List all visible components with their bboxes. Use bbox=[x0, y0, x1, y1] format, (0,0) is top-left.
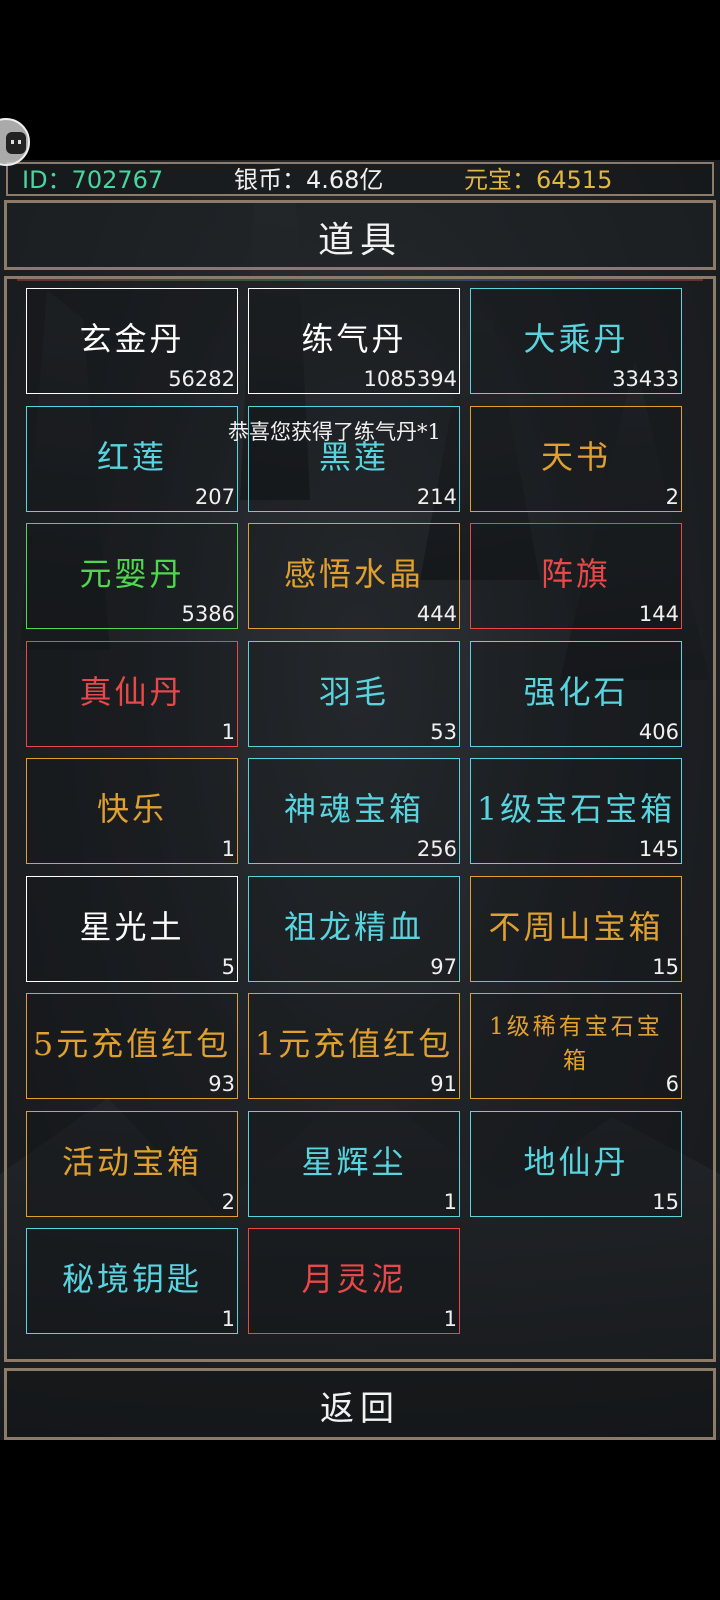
item-count: 93 bbox=[208, 1072, 235, 1096]
item-count: 91 bbox=[430, 1072, 457, 1096]
item-count: 2 bbox=[221, 1189, 235, 1214]
player-id-text: ID：702767 bbox=[22, 166, 164, 194]
item-name: 祖龙精血 bbox=[283, 907, 424, 946]
item-slot[interactable]: 1级稀有宝石宝箱 6 bbox=[470, 993, 682, 1099]
robot-face-icon bbox=[6, 132, 26, 154]
item-name: 5元充值红包 bbox=[32, 1025, 232, 1063]
item-name: 星辉尘 bbox=[301, 1142, 407, 1181]
item-count: 1 bbox=[443, 1307, 457, 1331]
item-slot[interactable]: 神魂宝箱 256 bbox=[248, 758, 460, 864]
item-count: 6 bbox=[665, 1072, 679, 1096]
item-name: 活动宝箱 bbox=[61, 1142, 202, 1181]
item-count: 33433 bbox=[612, 367, 679, 391]
item-slot[interactable]: 星光土 5 bbox=[26, 875, 238, 982]
item-name: 快乐 bbox=[96, 790, 167, 828]
item-count: 5386 bbox=[181, 602, 235, 626]
item-count: 1 bbox=[221, 1307, 235, 1331]
item-name: 练气丹 bbox=[301, 320, 407, 358]
item-slot[interactable]: 练气丹 1085394 bbox=[248, 288, 460, 394]
item-slot[interactable]: 不周山宝箱 15 bbox=[470, 875, 682, 982]
item-count: 56282 bbox=[168, 367, 235, 391]
item-count: 256 bbox=[416, 837, 457, 861]
item-name: 月灵泥 bbox=[301, 1260, 407, 1298]
item-name: 强化石 bbox=[523, 672, 629, 711]
item-count: 444 bbox=[416, 602, 457, 626]
item-name: 阵旗 bbox=[540, 555, 611, 593]
item-name: 感悟水晶 bbox=[283, 555, 424, 593]
item-count: 53 bbox=[430, 719, 457, 744]
page-title: 道具 bbox=[317, 220, 402, 261]
item-name: 神魂宝箱 bbox=[283, 790, 424, 828]
item-count: 1085394 bbox=[363, 367, 457, 391]
item-count: 207 bbox=[194, 484, 235, 509]
item-count: 5 bbox=[221, 954, 235, 979]
silver-currency-text: 银币：4.68亿 bbox=[234, 166, 384, 194]
item-slot[interactable]: 红莲 207 bbox=[26, 405, 238, 512]
item-name: 1元充值红包 bbox=[254, 1025, 454, 1063]
top-black-area bbox=[0, 0, 720, 160]
item-name: 元婴丹 bbox=[79, 555, 185, 593]
item-count: 2 bbox=[665, 484, 679, 509]
item-name: 星光土 bbox=[79, 907, 185, 946]
item-slot[interactable]: 月灵泥 1 bbox=[248, 1228, 460, 1334]
item-slot[interactable]: 天书 2 bbox=[470, 405, 682, 512]
item-count: 15 bbox=[652, 954, 679, 979]
item-count: 406 bbox=[638, 719, 679, 744]
item-name: 1级宝石宝箱 bbox=[476, 790, 676, 828]
item-count: 97 bbox=[430, 954, 457, 979]
status-bar: ID：702767 银币：4.68亿 元宝：64515 bbox=[6, 162, 714, 196]
reward-toast: 恭喜您获得了练气丹*1 bbox=[228, 420, 441, 444]
item-slot[interactable]: 大乘丹 33433 bbox=[470, 288, 682, 394]
item-slot[interactable]: 阵旗 144 bbox=[470, 523, 682, 629]
item-slot[interactable]: 强化石 406 bbox=[470, 640, 682, 747]
item-slot[interactable]: 1级宝石宝箱 145 bbox=[470, 758, 682, 864]
item-count: 214 bbox=[416, 484, 457, 509]
item-count: 1 bbox=[443, 1189, 457, 1214]
item-name: 大乘丹 bbox=[523, 320, 629, 358]
back-button-label: 返回 bbox=[320, 1389, 400, 1429]
item-slot[interactable]: 祖龙精血 97 bbox=[248, 875, 460, 982]
item-slot[interactable]: 羽毛 53 bbox=[248, 640, 460, 747]
title-panel: 道具 bbox=[4, 200, 716, 270]
item-slot[interactable]: 1元充值红包 91 bbox=[248, 993, 460, 1099]
item-name: 天书 bbox=[540, 437, 611, 476]
bottom-black-area bbox=[0, 1440, 720, 1600]
item-slot[interactable]: 感悟水晶 444 bbox=[248, 523, 460, 629]
item-name: 秘境钥匙 bbox=[61, 1260, 202, 1298]
back-button[interactable]: 返回 bbox=[4, 1368, 716, 1440]
item-name: 羽毛 bbox=[318, 672, 389, 711]
item-slot[interactable]: 玄金丹 56282 bbox=[26, 288, 238, 394]
item-name: 不周山宝箱 bbox=[488, 907, 664, 946]
item-slot[interactable]: 真仙丹 1 bbox=[26, 640, 238, 747]
item-count: 1 bbox=[221, 719, 235, 744]
item-name: 地仙丹 bbox=[523, 1142, 629, 1181]
item-count: 145 bbox=[638, 837, 679, 861]
item-slot[interactable]: 秘境钥匙 1 bbox=[26, 1228, 238, 1334]
item-name: 1级稀有宝石宝箱 bbox=[489, 1014, 663, 1074]
item-slot[interactable]: 活动宝箱 2 bbox=[26, 1110, 238, 1217]
item-slot[interactable]: 5元充值红包 93 bbox=[26, 993, 238, 1099]
item-slot[interactable]: 星辉尘 1 bbox=[248, 1110, 460, 1217]
item-name: 真仙丹 bbox=[79, 672, 185, 711]
item-slot[interactable]: 元婴丹 5386 bbox=[26, 523, 238, 629]
item-slot[interactable]: 地仙丹 15 bbox=[470, 1110, 682, 1217]
item-count: 144 bbox=[638, 602, 679, 626]
item-name: 红莲 bbox=[96, 437, 167, 476]
item-name: 玄金丹 bbox=[79, 320, 185, 358]
item-slot[interactable]: 快乐 1 bbox=[26, 758, 238, 864]
item-count: 1 bbox=[221, 837, 235, 861]
yuanbao-currency-text: 元宝：64515 bbox=[464, 166, 613, 194]
item-count: 15 bbox=[652, 1189, 679, 1214]
